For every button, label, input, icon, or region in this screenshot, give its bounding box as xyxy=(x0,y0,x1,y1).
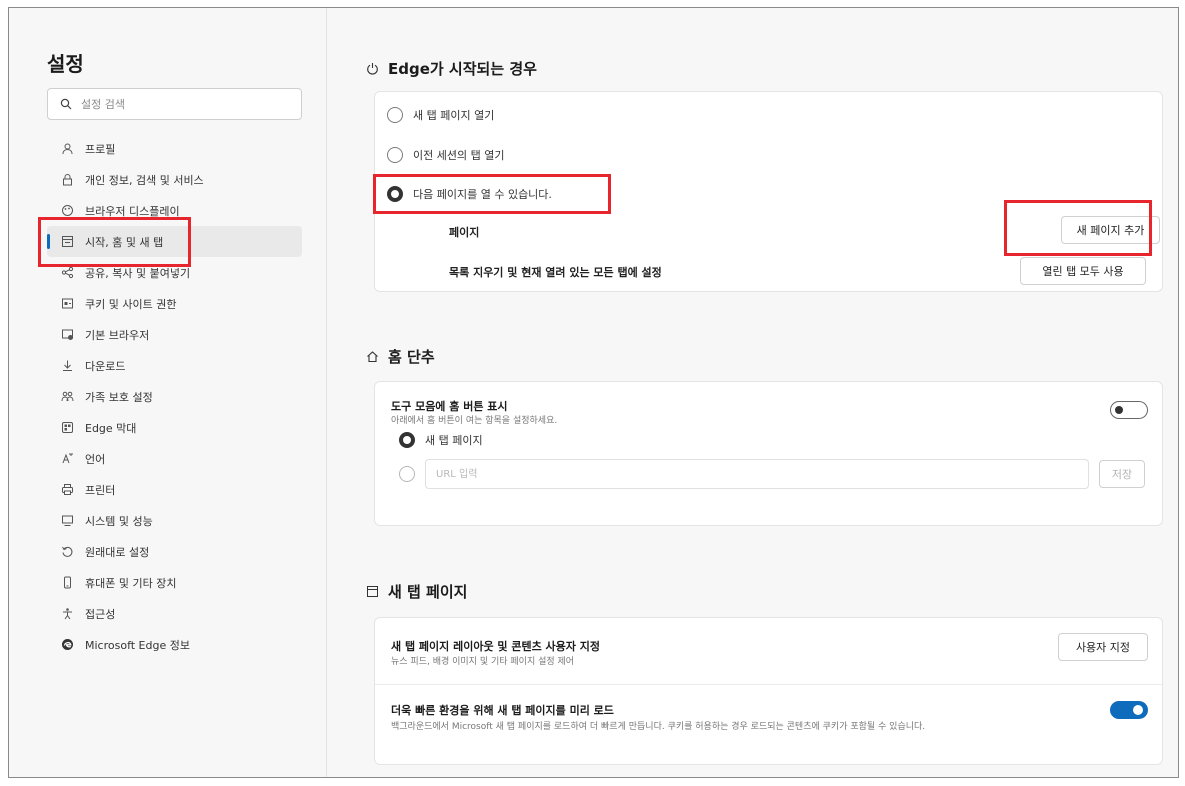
sidebar-item-label: Edge 막대 xyxy=(85,421,137,435)
save-url-button[interactable]: 저장 xyxy=(1099,460,1145,488)
reset-icon xyxy=(60,545,74,559)
edge-logo-icon xyxy=(60,638,74,652)
sidebar-item-label: 시스템 및 성능 xyxy=(85,514,153,528)
clear-and-set-label: 목록 지우기 및 현재 열려 있는 모든 탭에 설정 xyxy=(449,266,662,279)
sidebar-item-profile[interactable]: 프로필 xyxy=(47,133,302,164)
divider xyxy=(375,684,1162,685)
home-option-url[interactable] xyxy=(399,466,415,482)
search-icon xyxy=(60,98,72,110)
site-permissions-icon xyxy=(60,297,74,311)
home-option-new-tab[interactable]: 새 탭 페이지 xyxy=(399,432,483,448)
toggle-knob xyxy=(1115,406,1123,414)
search-input[interactable] xyxy=(81,97,281,111)
sidebar-item-label: 프로필 xyxy=(85,142,116,156)
preload-new-tab-desc: 백그라운드에서 Microsoft 새 탭 페이지를 로드하여 더 빠르게 만듭… xyxy=(391,722,926,732)
sidebar-item-label: 다운로드 xyxy=(85,359,126,373)
startup-option-label: 이전 세션의 탭 열기 xyxy=(413,149,505,162)
download-icon xyxy=(60,359,74,373)
printer-icon xyxy=(60,483,74,497)
startup-option-new-tab[interactable]: 새 탭 페이지 열기 xyxy=(387,107,494,123)
sidebar-item-default-browser[interactable]: 기본 브라우저 xyxy=(47,319,302,350)
url-input[interactable] xyxy=(425,459,1089,489)
family-icon xyxy=(60,390,74,404)
use-all-open-tabs-button[interactable]: 열린 탭 모두 사용 xyxy=(1020,257,1146,285)
show-home-button-toggle[interactable] xyxy=(1110,401,1148,419)
startup-title-text: Edge가 시작되는 경우 xyxy=(388,60,537,78)
radio-button[interactable] xyxy=(399,466,415,482)
search-box[interactable] xyxy=(47,88,302,120)
home-option-label: 새 탭 페이지 xyxy=(425,434,483,447)
sidebar-item-accessibility[interactable]: 접근성 xyxy=(47,598,302,629)
sidebar-title: 설정 xyxy=(47,52,84,76)
radio-button-selected[interactable] xyxy=(399,432,415,448)
system-icon xyxy=(60,514,74,528)
sidebar-item-label: 접근성 xyxy=(85,607,116,621)
sidebar-item-system[interactable]: 시스템 및 성능 xyxy=(47,505,302,536)
language-icon xyxy=(60,452,74,466)
startup-option-previous-session[interactable]: 이전 세션의 탭 열기 xyxy=(387,147,504,163)
home-card: 도구 모음에 홈 버튼 표시 아래에서 홈 버튼이 여는 항목을 설정하세요. … xyxy=(374,381,1163,526)
default-browser-icon xyxy=(60,328,74,342)
sidebar-item-cookies-permissions[interactable]: 쿠키 및 사이트 권한 xyxy=(47,288,302,319)
home-title-text: 홈 단추 xyxy=(388,348,435,366)
sidebar-nav: 프로필 개인 정보, 검색 및 서비스 브라우저 디스플레이 시작, 홈 및 새… xyxy=(47,133,302,660)
customize-button[interactable]: 사용자 지정 xyxy=(1058,633,1148,661)
sidebar-item-label: 원래대로 설정 xyxy=(85,545,150,559)
sidebar-item-phone-devices[interactable]: 휴대폰 및 기타 장치 xyxy=(47,567,302,598)
startup-section-title: Edge가 시작되는 경우 xyxy=(366,58,537,79)
edge-bar-icon xyxy=(60,421,74,435)
highlight-box-specific-pages xyxy=(373,174,611,214)
sidebar-item-privacy[interactable]: 개인 정보, 검색 및 서비스 xyxy=(47,164,302,195)
appearance-icon xyxy=(60,204,74,218)
customize-new-tab-desc: 뉴스 피드, 배경 이미지 및 기타 페이지 설정 제어 xyxy=(391,657,575,667)
sidebar-item-edge-bar[interactable]: Edge 막대 xyxy=(47,412,302,443)
sidebar-item-label: 기본 브라우저 xyxy=(85,328,150,342)
sidebar-item-language[interactable]: 언어 xyxy=(47,443,302,474)
show-home-button-desc: 아래에서 홈 버튼이 여는 항목을 설정하세요. xyxy=(391,416,558,426)
new-tab-card: 새 탭 페이지 레이아웃 및 콘텐츠 사용자 지정 뉴스 피드, 배경 이미지 … xyxy=(374,617,1163,765)
share-icon xyxy=(60,266,74,280)
main-content: Edge가 시작되는 경우 새 탭 페이지 열기 이전 세션의 탭 열기 다음 … xyxy=(328,8,1178,777)
profile-icon xyxy=(60,142,74,156)
sidebar-item-printers[interactable]: 프린터 xyxy=(47,474,302,505)
preload-new-tab-toggle[interactable] xyxy=(1110,701,1148,719)
sidebar-item-about-edge[interactable]: Microsoft Edge 정보 xyxy=(47,629,302,660)
new-tab-title-text: 새 탭 페이지 xyxy=(388,583,468,601)
highlight-box-nav xyxy=(38,217,191,267)
sidebar-item-label: 가족 보호 설정 xyxy=(85,390,153,404)
sidebar-item-label: 쿠키 및 사이트 권한 xyxy=(85,297,177,311)
sidebar: 설정 프로필 개인 정보, 검색 및 서비스 xyxy=(9,8,327,777)
preload-new-tab-title: 더욱 빠른 환경을 위해 새 탭 페이지를 미리 로드 xyxy=(391,704,614,717)
sidebar-item-label: 개인 정보, 검색 및 서비스 xyxy=(85,173,204,187)
toggle-knob xyxy=(1133,705,1143,715)
home-section-title: 홈 단추 xyxy=(366,346,435,367)
pages-label: 페이지 xyxy=(449,226,480,239)
sidebar-item-label: 프린터 xyxy=(85,483,116,497)
home-icon xyxy=(367,351,378,363)
sidebar-item-downloads[interactable]: 다운로드 xyxy=(47,350,302,381)
highlight-box-add-page xyxy=(1004,200,1152,256)
accessibility-icon xyxy=(60,607,74,621)
new-tab-section-title: 새 탭 페이지 xyxy=(366,581,467,602)
customize-new-tab-title: 새 탭 페이지 레이아웃 및 콘텐츠 사용자 지정 xyxy=(391,640,600,653)
radio-button[interactable] xyxy=(387,147,403,163)
phone-icon xyxy=(60,576,74,590)
lock-icon xyxy=(60,173,74,187)
sidebar-item-label: 휴대폰 및 기타 장치 xyxy=(85,576,177,590)
radio-button[interactable] xyxy=(387,107,403,123)
show-home-button-title: 도구 모음에 홈 버튼 표시 xyxy=(391,400,508,413)
sidebar-item-label: Microsoft Edge 정보 xyxy=(85,638,190,652)
startup-option-label: 새 탭 페이지 열기 xyxy=(413,109,495,122)
new-tab-page-icon xyxy=(367,586,378,597)
settings-window: 설정 프로필 개인 정보, 검색 및 서비스 xyxy=(8,7,1179,778)
sidebar-item-family[interactable]: 가족 보호 설정 xyxy=(47,381,302,412)
power-icon xyxy=(367,63,378,75)
sidebar-item-label: 언어 xyxy=(85,452,106,466)
startup-card: 새 탭 페이지 열기 이전 세션의 탭 열기 다음 페이지를 열 수 있습니다.… xyxy=(373,91,1163,292)
sidebar-item-reset[interactable]: 원래대로 설정 xyxy=(47,536,302,567)
